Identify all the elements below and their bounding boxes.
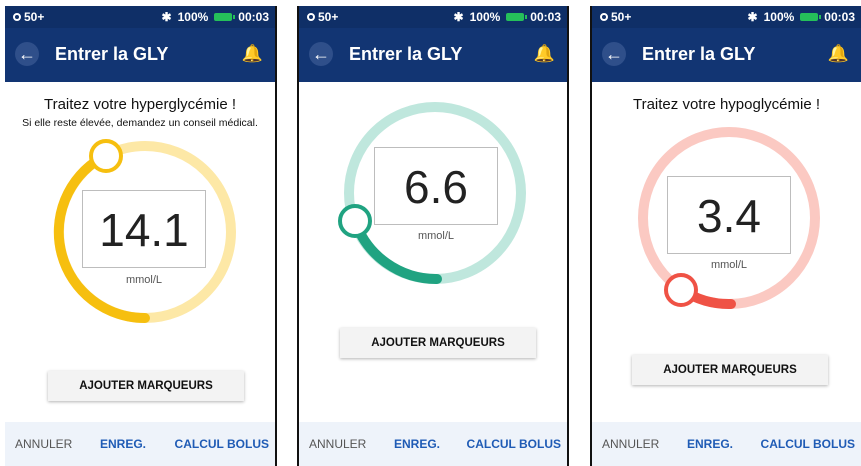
glucose-value-box[interactable]: 14.1 <box>82 190 206 268</box>
footer-bar: ANNULER ENREG. CALCUL BOLUS <box>592 422 861 466</box>
glucose-value-box[interactable]: 6.6 <box>374 147 498 225</box>
screen-hypoglycemia: 50+ ✱ 100% 00:03 ← Entrer la GLY 🔔 Traitez… <box>590 6 861 466</box>
status-bar: 50+ ✱ 100% 00:03 <box>592 6 861 28</box>
bolus-calc-button[interactable]: CALCUL BOLUS <box>467 437 561 451</box>
signal-icon <box>13 13 21 21</box>
bell-icon[interactable]: 🔔 <box>534 44 555 64</box>
battery-label: 100% <box>469 10 501 24</box>
unit-label: mmol/L <box>417 230 455 242</box>
save-button[interactable]: ENREG. <box>687 437 733 451</box>
page-title: Entrer la GLY <box>642 44 756 64</box>
bell-icon[interactable]: 🔔 <box>242 44 263 64</box>
screen-hyperglycemia: 50+ ✱ 100% 00:03 ← Entrer la GLY 🔔 Traitez… <box>5 6 277 466</box>
unit-label: mmol/L <box>125 274 163 286</box>
battery-label: 100% <box>763 10 795 24</box>
battery-icon <box>214 13 236 21</box>
back-arrow-icon[interactable]: ← <box>602 42 626 66</box>
cancel-button[interactable]: ANNULER <box>602 437 659 451</box>
footer-bar: ANNULER ENREG. CALCUL BOLUS <box>5 422 275 466</box>
warning-headline: Traitez votre hyperglycémie ! <box>43 96 236 113</box>
add-markers-button[interactable]: AJOUTER MARQUEURS <box>48 371 244 401</box>
unit-label: mmol/L <box>710 259 748 271</box>
app-bar: ← Entrer la GLY 🔔 <box>5 28 275 82</box>
app-bar: ← Entrer la GLY 🔔 <box>299 28 567 82</box>
gauge-handle[interactable] <box>664 273 698 307</box>
back-arrow-icon[interactable]: ← <box>309 42 333 66</box>
app-bar: ← Entrer la GLY 🔔 <box>592 28 861 82</box>
gauge-handle[interactable] <box>89 139 123 173</box>
network-label: 50+ <box>24 10 45 24</box>
bluetooth-icon: ✱ <box>161 10 172 24</box>
clock: 00:03 <box>824 10 855 24</box>
glucose-value: 3.4 <box>697 190 761 242</box>
clock: 00:03 <box>530 10 561 24</box>
warning-subline: Si elle reste élevée, demandez un consei… <box>22 117 258 129</box>
network-label: 50+ <box>318 10 339 24</box>
signal-icon <box>600 13 608 21</box>
status-bar: 50+ ✱ 100% 00:03 <box>5 6 275 28</box>
bolus-calc-button[interactable]: CALCUL BOLUS <box>175 437 269 451</box>
bell-icon[interactable]: 🔔 <box>828 44 849 64</box>
back-arrow-icon[interactable]: ← <box>15 42 39 66</box>
glucose-value: 6.6 <box>404 161 468 213</box>
gauge-handle[interactable] <box>338 204 372 238</box>
clock: 00:03 <box>238 10 269 24</box>
add-markers-button[interactable]: AJOUTER MARQUEURS <box>340 328 536 358</box>
signal-icon <box>307 13 315 21</box>
glucose-value: 14.1 <box>99 204 189 256</box>
bolus-calc-button[interactable]: CALCUL BOLUS <box>761 437 855 451</box>
battery-label: 100% <box>177 10 209 24</box>
bluetooth-icon: ✱ <box>747 10 758 24</box>
status-bar: 50+ ✱ 100% 00:03 <box>299 6 567 28</box>
battery-icon <box>800 13 822 21</box>
glucose-value-box[interactable]: 3.4 <box>667 176 791 254</box>
screen-in-range: 50+ ✱ 100% 00:03 ← Entrer la GLY 🔔 6.6 mmo… <box>297 6 569 466</box>
network-label: 50+ <box>611 10 632 24</box>
bluetooth-icon: ✱ <box>453 10 464 24</box>
save-button[interactable]: ENREG. <box>100 437 146 451</box>
page-title: Entrer la GLY <box>349 44 463 64</box>
cancel-button[interactable]: ANNULER <box>309 437 366 451</box>
footer-bar: ANNULER ENREG. CALCUL BOLUS <box>299 422 567 466</box>
add-markers-button[interactable]: AJOUTER MARQUEURS <box>632 355 828 385</box>
battery-icon <box>506 13 528 21</box>
warning-headline: Traitez votre hypoglycémie ! <box>632 96 821 113</box>
page-title: Entrer la GLY <box>55 44 169 64</box>
cancel-button[interactable]: ANNULER <box>15 437 72 451</box>
save-button[interactable]: ENREG. <box>394 437 440 451</box>
